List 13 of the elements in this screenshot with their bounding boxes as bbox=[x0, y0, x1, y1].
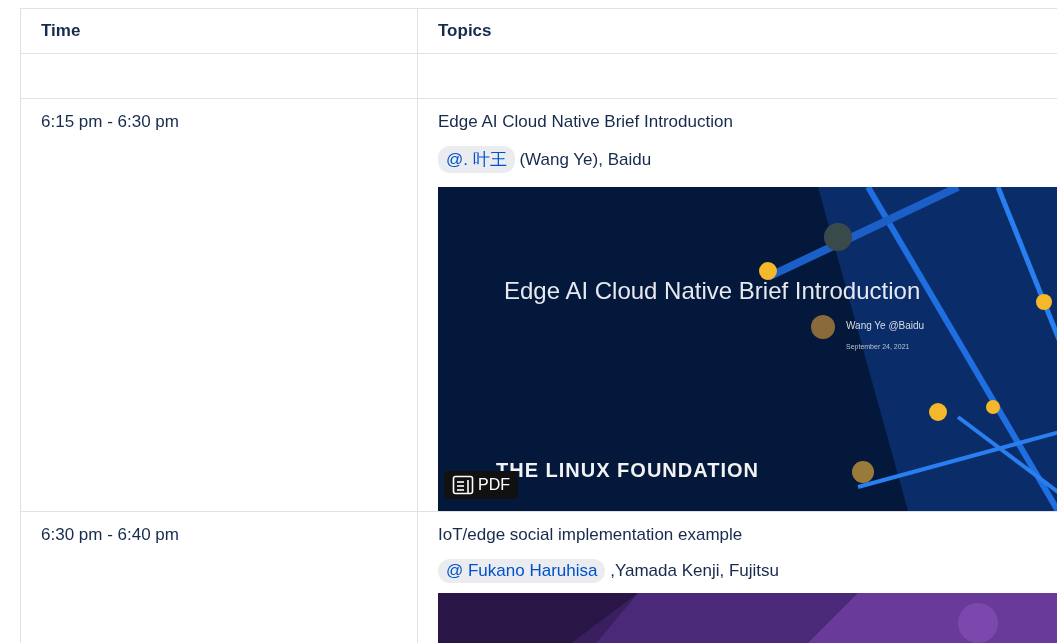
user-mention[interactable]: @ Fukano Haruhisa bbox=[438, 559, 606, 583]
topic-title: IoT/edge social implementation example bbox=[438, 525, 743, 544]
user-mention[interactable]: @. 叶王 bbox=[438, 146, 515, 173]
speaker-names: (Wang Ye), Baidu bbox=[518, 149, 652, 170]
slide-author: Wang Ye @Baidu bbox=[846, 320, 925, 331]
column-header: Topics bbox=[438, 21, 492, 41]
slide-title: Edge AI Cloud Native Brief Introduction bbox=[504, 277, 921, 305]
topic-title: Edge AI Cloud Native Brief Introduction bbox=[438, 112, 733, 131]
speaker-names: ,Yamada Kenji, Fujitsu bbox=[609, 561, 779, 581]
time-range: 6:15 pm - 6:30 pm bbox=[41, 112, 179, 131]
time-range: 6:30 pm - 6:40 pm bbox=[41, 525, 179, 544]
column-header: Time bbox=[41, 21, 81, 41]
document-icon bbox=[452, 475, 474, 495]
